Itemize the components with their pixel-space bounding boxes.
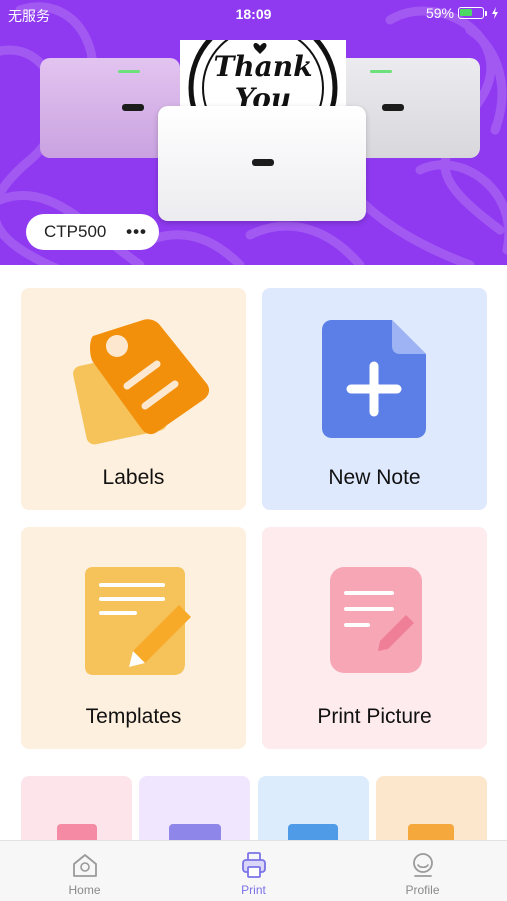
hero-banner: 无服务 18:09 59% Thank You CTP500 •••: [0, 0, 507, 265]
tab-profile-label: Profile: [405, 883, 440, 897]
note-edit-icon: [85, 567, 191, 675]
shortcut-tile-3[interactable]: [258, 776, 369, 846]
more-options-icon[interactable]: •••: [126, 222, 147, 242]
print-picture-tile-label: Print Picture: [317, 705, 432, 728]
shortcut-tile-4[interactable]: [376, 776, 487, 846]
device-name: CTP500: [44, 222, 107, 241]
device-selector[interactable]: CTP500 •••: [26, 214, 159, 250]
tab-home[interactable]: Home: [0, 841, 169, 901]
tab-profile[interactable]: Profile: [338, 841, 507, 901]
templates-tile-label: Templates: [85, 705, 182, 728]
shortcut-tile-1[interactable]: [21, 776, 132, 846]
bottom-tab-bar: Home Print Profile: [0, 840, 507, 901]
home-icon: [72, 854, 97, 877]
print-picture-tile[interactable]: Print Picture: [262, 527, 487, 749]
status-bar: 无服务 18:09 59%: [0, 0, 507, 28]
shortcut-tile-2[interactable]: [139, 776, 250, 846]
labels-tile[interactable]: Labels: [21, 288, 246, 510]
printer-image-white: [158, 106, 366, 221]
tab-print-label: Print: [241, 883, 266, 897]
price-tag-icon: [73, 319, 210, 445]
battery-icon: [458, 7, 484, 19]
paper-text-thank: Thank: [213, 50, 313, 83]
new-note-tile-label: New Note: [328, 466, 421, 489]
labels-tile-label: Labels: [102, 466, 165, 489]
battery-indicator: 59%: [426, 5, 499, 21]
profile-icon: [412, 853, 433, 877]
charging-bolt-icon: [492, 7, 498, 19]
new-note-tile[interactable]: New Note: [262, 288, 487, 510]
battery-percent: 59%: [425, 5, 454, 21]
printer-icon: [241, 852, 266, 878]
tab-home-label: Home: [68, 883, 101, 897]
picture-edit-icon: [330, 567, 422, 673]
templates-tile[interactable]: Templates: [21, 527, 246, 749]
tab-print[interactable]: Print: [169, 841, 338, 901]
add-document-icon: [322, 320, 426, 438]
